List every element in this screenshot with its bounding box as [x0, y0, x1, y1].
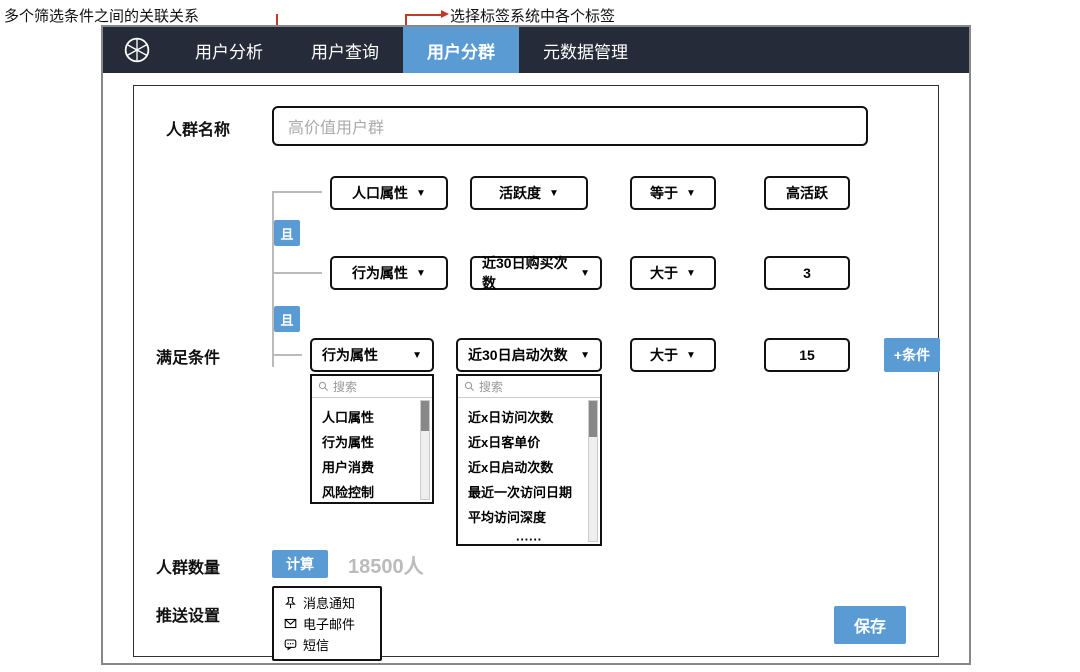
cat-option[interactable]: 用户消费: [322, 454, 422, 479]
mail-icon: [284, 617, 297, 630]
callout-relation-label: 多个筛选条件之间的关联关系: [4, 5, 199, 26]
push-option-email[interactable]: 电子邮件: [284, 613, 370, 634]
calculate-button[interactable]: 计算: [272, 550, 328, 578]
push-options-box: 消息通知 电子邮件 短信: [272, 586, 382, 661]
row3-operator-select[interactable]: 大于▼: [630, 338, 716, 372]
search-icon: [464, 381, 475, 392]
cond-tree-trunk: [272, 191, 274, 367]
dropdown-search[interactable]: 搜索: [458, 376, 600, 398]
scrollbar-thumb[interactable]: [589, 401, 597, 437]
cond-branch-2: [272, 272, 322, 274]
top-nav: 用户分析 用户查询 用户分群 元数据管理: [103, 27, 969, 73]
chevron-down-icon: ▼: [686, 188, 696, 199]
chevron-down-icon: ▼: [580, 268, 590, 279]
attr-option[interactable]: 平均访问深度: [468, 504, 590, 529]
label-conditions: 满足条件: [156, 344, 220, 368]
callout-tags-line-h: [405, 14, 445, 16]
row3-category-select[interactable]: 行为属性▼: [310, 338, 434, 372]
attr-option[interactable]: 近x日访问次数: [468, 404, 590, 429]
and-join-2[interactable]: 且: [274, 306, 300, 332]
sms-icon: [284, 638, 297, 651]
chevron-down-icon: ▼: [686, 350, 696, 361]
chevron-down-icon: ▼: [549, 188, 559, 199]
chevron-down-icon: ▼: [416, 188, 426, 199]
input-group-name-placeholder: 高价值用户群: [288, 114, 384, 138]
chevron-down-icon: ▼: [686, 268, 696, 279]
attr-option-more[interactable]: ······: [468, 529, 590, 544]
label-push: 推送设置: [156, 602, 220, 626]
row3-value[interactable]: 15: [764, 338, 850, 372]
attr-option[interactable]: 最近一次访问日期: [468, 479, 590, 504]
label-group-name: 人群名称: [166, 116, 230, 140]
nav-metadata[interactable]: 元数据管理: [519, 27, 652, 73]
logo: [103, 27, 171, 73]
search-icon: [318, 381, 329, 392]
nav-user-segment[interactable]: 用户分群: [403, 27, 519, 73]
dropdown-search[interactable]: 搜索: [312, 376, 432, 398]
push-option-notify[interactable]: 消息通知: [284, 592, 370, 613]
attribute-dropdown[interactable]: 搜索 近x日访问次数 近x日客单价 近x日启动次数 最近一次访问日期 平均访问深…: [456, 374, 602, 546]
row2-operator-select[interactable]: 大于▼: [630, 256, 716, 290]
callout-tags-label: 选择标签系统中各个标签: [450, 5, 615, 26]
scrollbar[interactable]: [420, 400, 430, 500]
row1-attribute-select[interactable]: 活跃度▼: [470, 176, 588, 210]
nav-user-query[interactable]: 用户查询: [287, 27, 403, 73]
row2-attribute-select[interactable]: 近30日购买次数▼: [470, 256, 602, 290]
scrollbar[interactable]: [588, 400, 598, 542]
pin-icon: [284, 596, 297, 609]
chevron-down-icon: ▼: [412, 350, 422, 361]
cond-branch-3: [272, 354, 302, 356]
cat-option[interactable]: 风险控制: [322, 479, 422, 502]
category-dropdown[interactable]: 搜索 人口属性 行为属性 用户消费 风险控制: [310, 374, 434, 504]
cat-option[interactable]: 行为属性: [322, 429, 422, 454]
chevron-down-icon: ▼: [580, 350, 590, 361]
row1-value[interactable]: 高活跃: [764, 176, 850, 210]
row1-operator-select[interactable]: 等于▼: [630, 176, 716, 210]
row3-attribute-select[interactable]: 近30日启动次数▼: [456, 338, 602, 372]
cond-branch-1: [272, 191, 322, 193]
add-condition-button[interactable]: +条件: [884, 338, 940, 372]
scrollbar-thumb[interactable]: [421, 401, 429, 431]
push-option-sms[interactable]: 短信: [284, 634, 370, 655]
label-count: 人群数量: [156, 554, 220, 578]
attr-option[interactable]: 近x日客单价: [468, 429, 590, 454]
attr-option[interactable]: 近x日启动次数: [468, 454, 590, 479]
row2-value[interactable]: 3: [764, 256, 850, 290]
row2-category-select[interactable]: 行为属性▼: [330, 256, 448, 290]
app-window: 用户分析 用户查询 用户分群 元数据管理 人群名称 高价值用户群 满足条件 且 …: [101, 25, 971, 665]
cat-option[interactable]: 人口属性: [322, 404, 422, 429]
globe-icon: [123, 36, 151, 64]
row1-category-select[interactable]: 人口属性▼: [330, 176, 448, 210]
save-button[interactable]: 保存: [834, 606, 906, 644]
and-join-1[interactable]: 且: [274, 220, 300, 246]
content-panel: 人群名称 高价值用户群 满足条件 且 且 人口属性▼ 活跃度▼ 等于▼ 高活跃 …: [133, 85, 939, 657]
nav-user-analysis[interactable]: 用户分析: [171, 27, 287, 73]
count-value: 18500人: [348, 550, 424, 579]
input-group-name[interactable]: 高价值用户群: [272, 106, 868, 146]
chevron-down-icon: ▼: [416, 268, 426, 279]
